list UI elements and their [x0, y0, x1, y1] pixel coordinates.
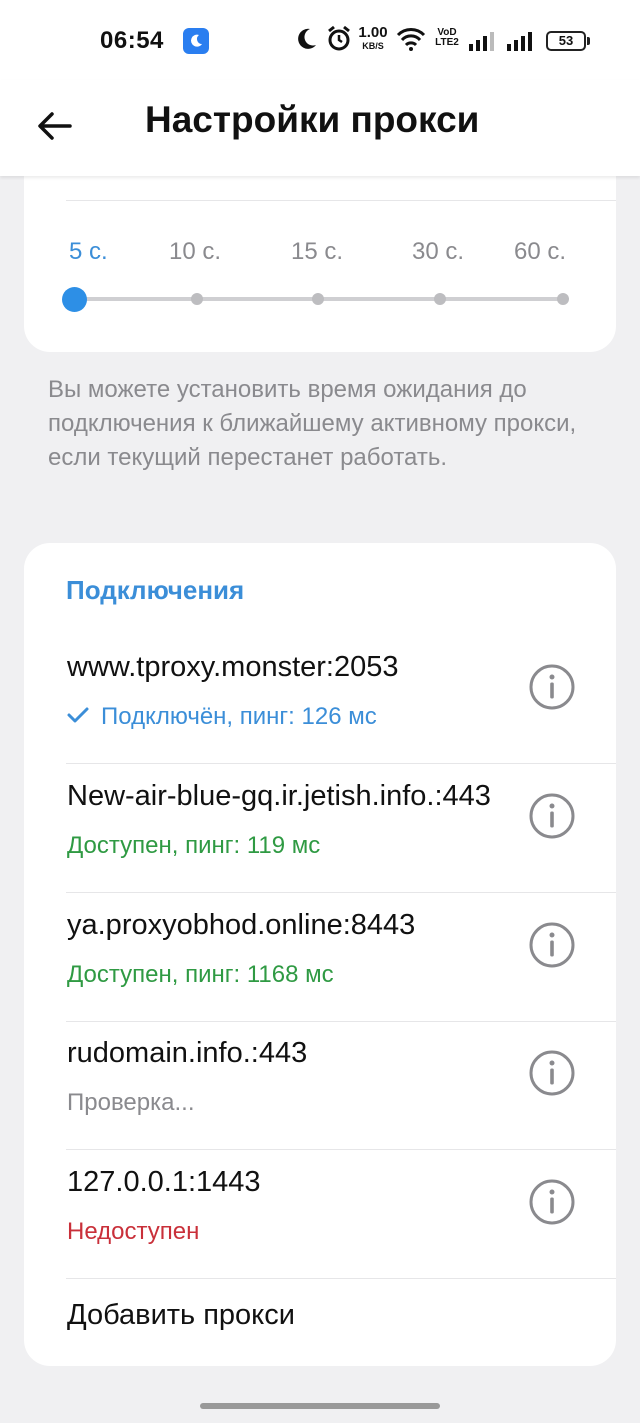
divider [66, 200, 616, 201]
status-bar: 06:54 1.00 KB/S VoD LTE2 53 [0, 0, 640, 80]
proxy-status: Проверка... [67, 1089, 195, 1116]
timeout-card: 5 с. 10 с. 15 с. 30 с. 60 с. [24, 150, 616, 352]
check-icon [67, 707, 89, 723]
proxy-host: www.tproxy.monster:2053 [67, 651, 399, 683]
battery-tip [587, 37, 590, 45]
clock: 06:54 [100, 27, 164, 54]
volte-indicator: VoD LTE2 [435, 27, 459, 48]
network-speed: 1.00 KB/S [358, 24, 388, 51]
proxy-status: Доступен, пинг: 119 мс [67, 832, 321, 859]
divider [66, 1278, 616, 1279]
signal-sim1-icon [469, 32, 494, 51]
timeout-option-10[interactable]: 10 с. [169, 238, 221, 266]
slider-tick [191, 293, 203, 305]
proxy-row[interactable]: rudomain.info.:443 Проверка... [24, 1021, 616, 1150]
app-notification-icon [183, 28, 209, 54]
slider-tick [312, 293, 324, 305]
signal-sim2-icon [507, 32, 532, 51]
timeout-option-60[interactable]: 60 с. [514, 238, 566, 266]
info-icon[interactable] [528, 921, 576, 969]
slider-tick [434, 293, 446, 305]
proxy-status: Доступен, пинг: 1168 мс [67, 961, 334, 988]
back-button[interactable] [26, 98, 82, 154]
arrow-left-icon [38, 112, 72, 140]
timeout-option-5[interactable]: 5 с. [69, 238, 108, 266]
timeout-slider-track[interactable] [84, 297, 566, 301]
proxy-status: Недоступен [67, 1218, 200, 1245]
proxy-host: New-air-blue-gq.ir.jetish.info.:443 [67, 780, 491, 812]
add-proxy-button[interactable]: Добавить прокси [67, 1299, 295, 1332]
timeout-option-15[interactable]: 15 с. [291, 238, 343, 266]
proxy-row[interactable]: ya.proxyobhod.online:8443 Доступен, пинг… [24, 893, 616, 1022]
alarm-icon [328, 25, 350, 51]
connections-card: Подключения www.tproxy.monster:2053 Подк… [24, 543, 616, 1366]
info-icon[interactable] [528, 1049, 576, 1097]
info-icon[interactable] [528, 663, 576, 711]
proxy-row[interactable]: New-air-blue-gq.ir.jetish.info.:443 Дост… [24, 764, 616, 893]
timeout-slider-thumb[interactable] [62, 287, 87, 312]
timeout-option-30[interactable]: 30 с. [412, 238, 464, 266]
info-icon[interactable] [528, 792, 576, 840]
timeout-hint: Вы можете установить время ожидания до п… [48, 376, 577, 471]
toolbar: Настройки прокси [0, 80, 640, 176]
wifi-icon [396, 28, 426, 51]
proxy-status: Подключён, пинг: 126 мс [101, 703, 377, 730]
proxy-host: rudomain.info.:443 [67, 1037, 308, 1069]
slider-tick [557, 293, 569, 305]
proxy-row[interactable]: www.tproxy.monster:2053 Подключён, пинг:… [24, 635, 616, 764]
section-header: Подключения [66, 575, 245, 605]
page-title: Настройки прокси [145, 99, 480, 140]
info-icon[interactable] [528, 1178, 576, 1226]
proxy-host: ya.proxyobhod.online:8443 [67, 909, 416, 941]
proxy-host: 127.0.0.1:1443 [67, 1166, 261, 1198]
do-not-disturb-moon-icon [298, 28, 316, 49]
proxy-row[interactable]: 127.0.0.1:1443 Недоступен [24, 1150, 616, 1279]
home-indicator[interactable] [200, 1403, 440, 1409]
battery-indicator: 53 [546, 31, 586, 51]
